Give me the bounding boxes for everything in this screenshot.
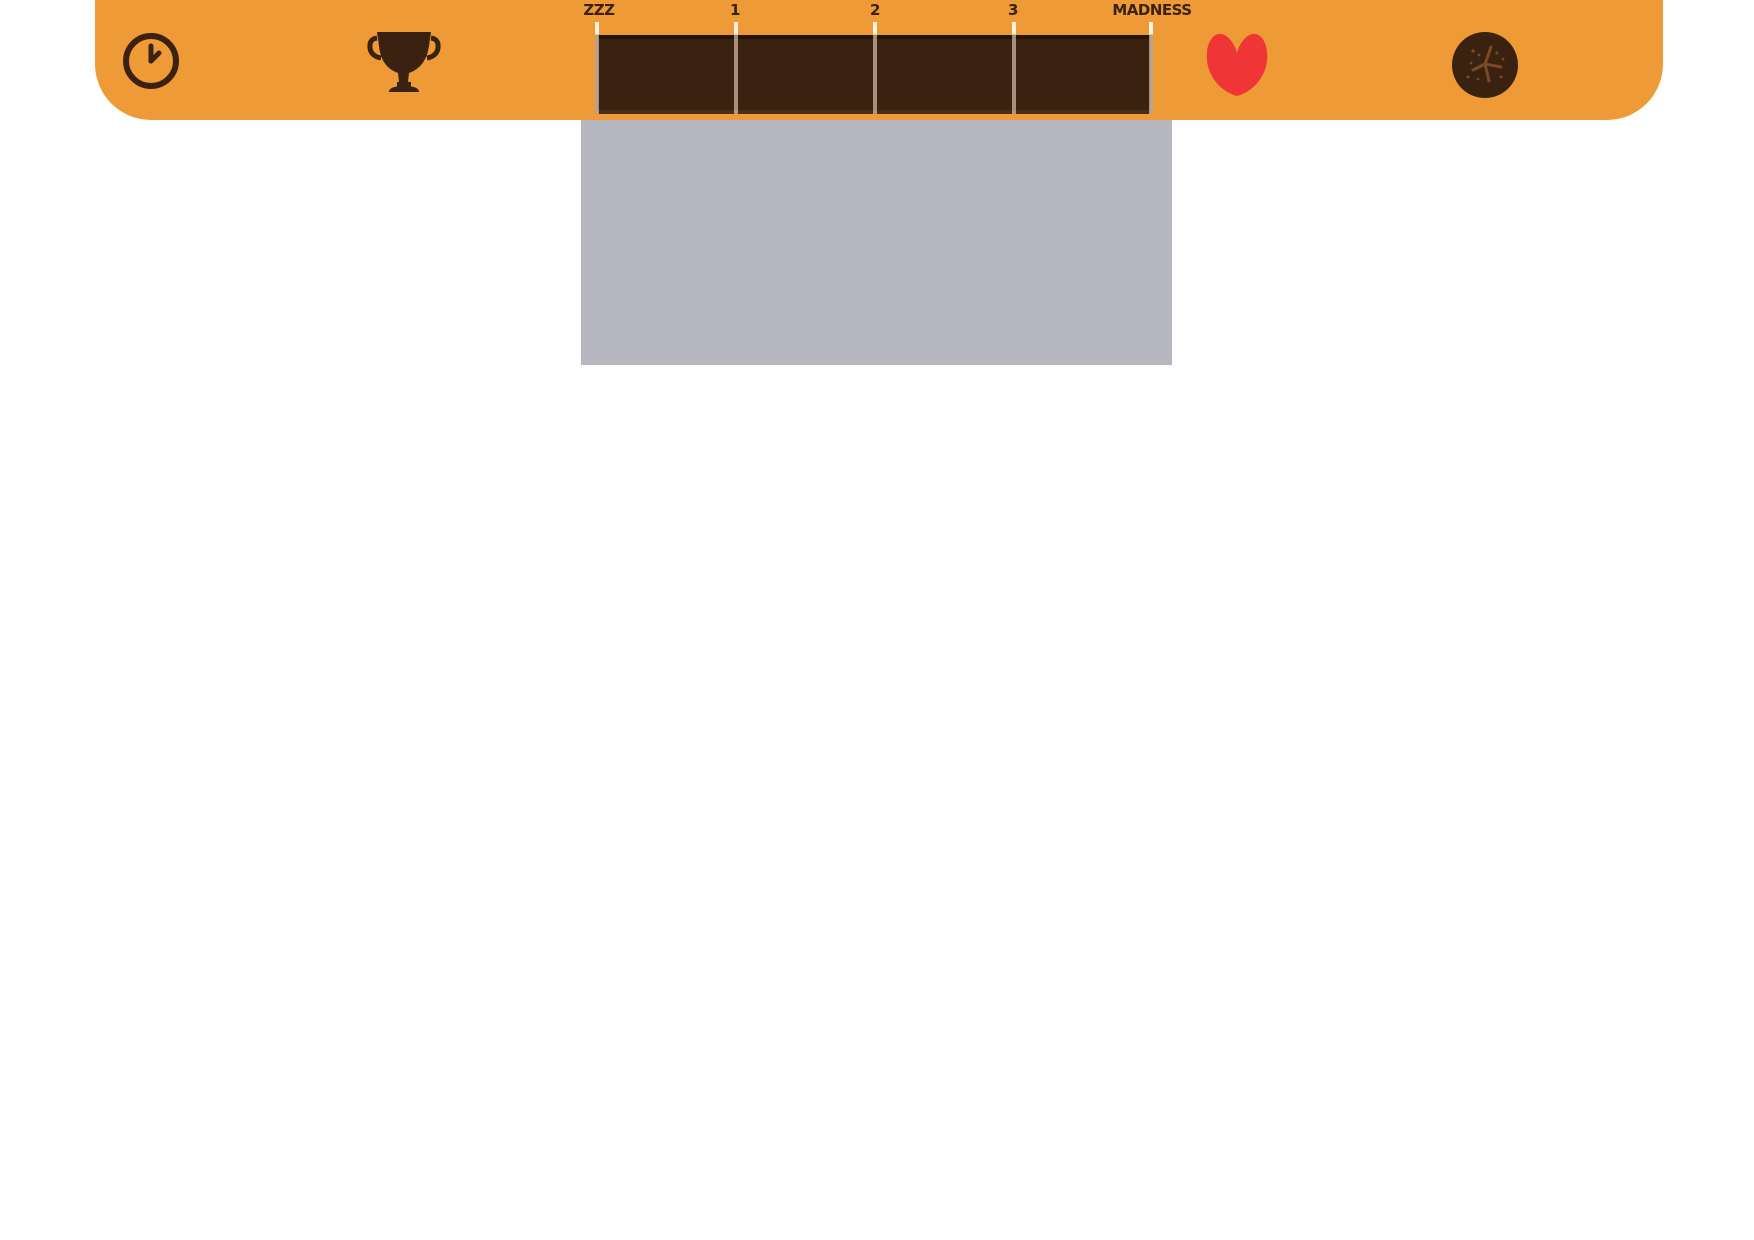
heart-icon xyxy=(1202,28,1272,98)
meter-label-zzz: ZZZ xyxy=(583,1,615,19)
cookie-icon[interactable] xyxy=(1451,31,1519,99)
meter-tick-1 xyxy=(734,22,738,114)
meter-label-2: 2 xyxy=(870,1,880,19)
game-stage-area[interactable] xyxy=(581,120,1172,365)
meter-tick-3 xyxy=(1012,22,1016,114)
meter-label-madness: MADNESS xyxy=(1112,1,1192,19)
meter-tick-madness xyxy=(1149,22,1153,114)
top-hud-bar: ZZZ 1 2 3 MADNESS xyxy=(95,0,1663,120)
meter-label-1: 1 xyxy=(730,1,740,19)
clock-icon[interactable] xyxy=(121,31,181,91)
meter-tick-zzz xyxy=(595,22,599,114)
trophy-icon[interactable] xyxy=(367,30,441,96)
meter-tick-2 xyxy=(873,22,877,114)
meter-label-3: 3 xyxy=(1008,1,1018,19)
